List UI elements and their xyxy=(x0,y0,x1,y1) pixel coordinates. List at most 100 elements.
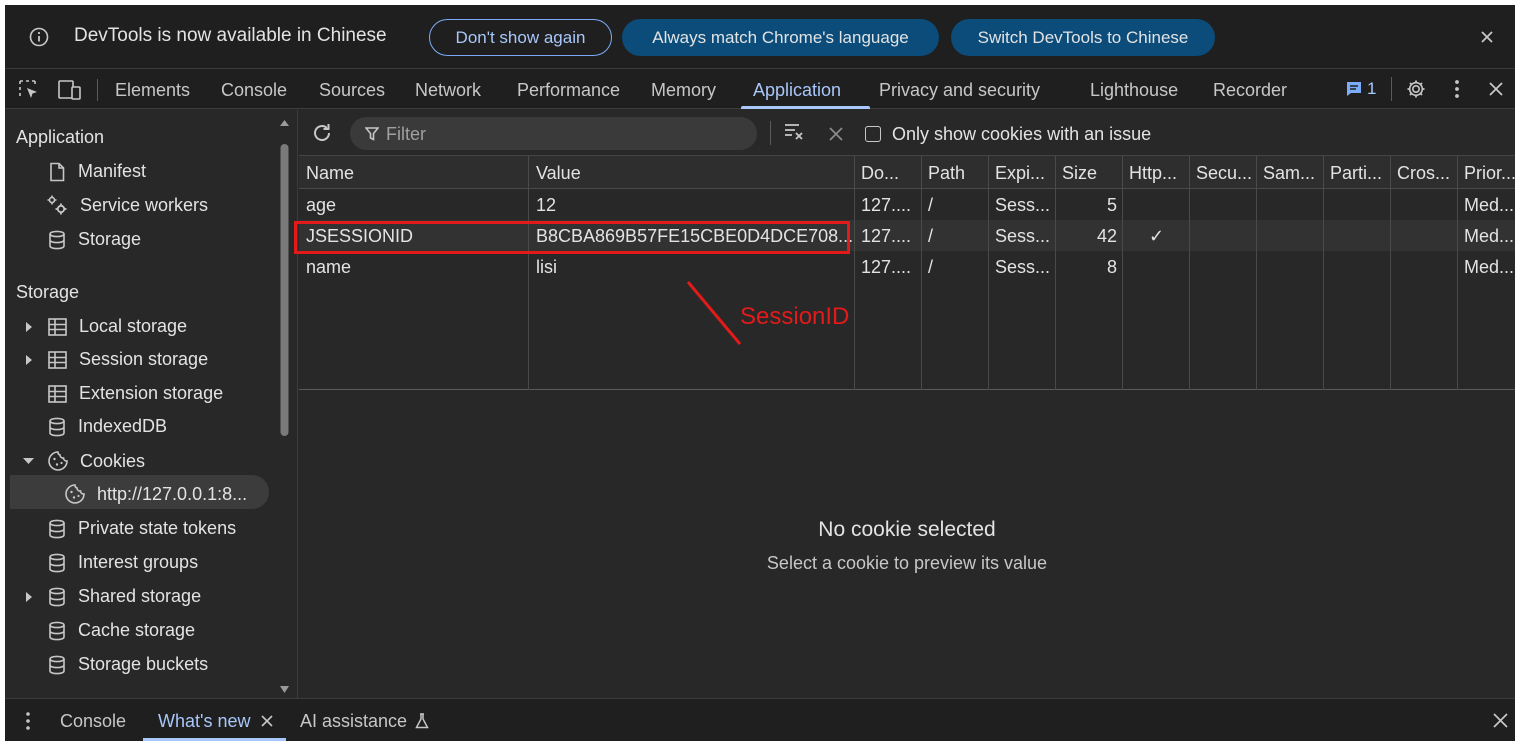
cookie-origin-row[interactable]: http://127.0.0.1:8... xyxy=(64,483,247,505)
switch-to-chinese-button[interactable]: Switch DevTools to Chinese xyxy=(951,19,1215,56)
toolbar-divider xyxy=(770,121,771,145)
column-divider xyxy=(921,156,922,390)
session-highlight-box xyxy=(294,221,850,254)
device-toolbar-icon[interactable] xyxy=(57,79,83,101)
empty-state-subtitle: Select a cookie to preview its value xyxy=(766,553,1048,573)
tab-privacy-security[interactable]: Privacy and security xyxy=(879,69,1040,109)
sidebar-item-cookies[interactable]: Cookies xyxy=(47,450,145,472)
sidebar-item-storage[interactable]: Storage xyxy=(48,229,141,250)
column-divider xyxy=(988,156,989,390)
only-issues-label: Only show cookies with an issue xyxy=(892,124,1152,144)
column-header-value[interactable]: Value xyxy=(536,163,581,184)
active-tab-indicator xyxy=(741,106,870,109)
tab-network[interactable]: Network xyxy=(415,69,481,109)
dont-show-again-button[interactable]: Don't show again xyxy=(429,19,612,56)
expand-arrow-icon[interactable] xyxy=(25,355,33,365)
settings-gear-icon[interactable] xyxy=(1405,78,1427,100)
column-header-httponly[interactable]: Http... xyxy=(1129,163,1177,184)
database-icon xyxy=(48,655,66,675)
cell-value: 12 xyxy=(536,195,557,215)
cell-domain: 127.... xyxy=(861,226,912,246)
database-icon xyxy=(48,417,66,437)
tab-console[interactable]: Console xyxy=(221,69,287,109)
issues-counter[interactable]: 1 xyxy=(1345,79,1376,99)
close-tab-icon[interactable] xyxy=(261,715,273,727)
main-tab-bar: Elements Console Sources Network Perform… xyxy=(5,69,1515,109)
sidebar-item-label: Extension storage xyxy=(79,383,224,403)
sidebar-item-label: Manifest xyxy=(78,161,147,181)
tab-elements[interactable]: Elements xyxy=(115,69,190,109)
always-match-language-button[interactable]: Always match Chrome's language xyxy=(622,19,939,56)
column-divider xyxy=(528,156,529,390)
tab-memory[interactable]: Memory xyxy=(651,69,716,109)
inspect-element-icon[interactable] xyxy=(18,79,40,101)
cell-domain: 127.... xyxy=(861,195,912,215)
column-divider xyxy=(1055,156,1056,390)
sidebar-item-local-storage[interactable]: Local storage xyxy=(48,316,187,337)
document-icon xyxy=(48,162,66,182)
sidebar-item-interest-groups[interactable]: Interest groups xyxy=(48,552,198,573)
sidebar-item-manifest[interactable]: Manifest xyxy=(48,161,146,182)
drawer-menu-icon[interactable] xyxy=(24,711,32,731)
column-header-name[interactable]: Name xyxy=(306,163,354,184)
application-sidebar: Application Manifest Service workers Sto… xyxy=(5,110,296,698)
sidebar-item-label: Cookies xyxy=(80,450,146,471)
tab-recorder[interactable]: Recorder xyxy=(1213,69,1287,109)
delete-selected-icon[interactable] xyxy=(828,126,844,142)
cell-expires: Sess... xyxy=(995,257,1051,277)
expand-arrow-icon[interactable] xyxy=(25,592,33,602)
drawer-tab-whats-new[interactable]: What's new xyxy=(158,711,250,732)
toolbar-divider xyxy=(97,79,98,101)
column-header-secure[interactable]: Secu... xyxy=(1196,163,1252,184)
sidebar-item-cache-storage[interactable]: Cache storage xyxy=(48,620,195,641)
column-header-priority[interactable]: Prior... xyxy=(1464,163,1515,184)
sidebar-item-label: Interest groups xyxy=(78,552,199,572)
expand-arrow-icon[interactable] xyxy=(25,322,33,332)
cell-name: name xyxy=(306,257,352,277)
tab-performance[interactable]: Performance xyxy=(517,69,620,109)
column-header-partition[interactable]: Parti... xyxy=(1330,163,1382,184)
sidebar-item-extension-storage[interactable]: Extension storage xyxy=(48,383,223,404)
sidebar-item-shared-storage[interactable]: Shared storage xyxy=(48,586,201,607)
close-drawer-icon[interactable] xyxy=(1493,713,1508,728)
tab-lighthouse[interactable]: Lighthouse xyxy=(1090,69,1178,109)
cell-size: 8 xyxy=(1106,257,1117,277)
sidebar-item-private-state-tokens[interactable]: Private state tokens xyxy=(48,518,236,539)
column-header-size[interactable]: Size xyxy=(1062,163,1097,184)
sidebar-item-session-storage[interactable]: Session storage xyxy=(48,349,208,370)
cookie-icon xyxy=(47,450,69,472)
sidebar-heading-application: Application xyxy=(16,127,105,147)
drawer-tab-ai-assistance[interactable]: AI assistance xyxy=(300,711,407,732)
close-infobar-icon[interactable] xyxy=(1479,29,1495,45)
column-header-expires[interactable]: Expi... xyxy=(995,163,1045,184)
column-header-path[interactable]: Path xyxy=(928,163,965,184)
column-header-cross-site[interactable]: Cros... xyxy=(1397,163,1450,184)
column-divider xyxy=(1323,156,1324,390)
close-devtools-icon[interactable] xyxy=(1488,81,1504,97)
collapse-arrow-icon[interactable] xyxy=(23,457,34,465)
sidebar-item-service-workers[interactable]: Service workers xyxy=(45,194,208,216)
sidebar-item-indexeddb[interactable]: IndexedDB xyxy=(48,416,167,437)
clear-filtered-cookies-icon[interactable] xyxy=(784,122,806,142)
bottom-drawer: Console What's new AI assistance xyxy=(5,698,1515,741)
sidebar-item-label: Cache storage xyxy=(78,620,196,640)
cell-size: 42 xyxy=(1096,226,1117,246)
sidebar-item-label: Session storage xyxy=(79,349,209,369)
issues-icon xyxy=(1345,80,1363,98)
gears-icon xyxy=(45,194,69,216)
cell-httponly: ✓ xyxy=(1148,226,1165,246)
sidebar-scrollbar[interactable] xyxy=(279,120,290,700)
column-divider xyxy=(1390,156,1391,390)
only-issues-checkbox[interactable] xyxy=(865,126,881,142)
more-options-icon[interactable] xyxy=(1452,79,1462,99)
tab-sources[interactable]: Sources xyxy=(319,69,385,109)
column-divider xyxy=(1256,156,1257,390)
column-header-samesite[interactable]: Sam... xyxy=(1263,163,1315,184)
database-icon xyxy=(48,621,66,641)
column-header-domain[interactable]: Do... xyxy=(861,163,899,184)
filter-icon xyxy=(365,127,379,141)
refresh-icon[interactable] xyxy=(311,122,333,144)
drawer-tab-console[interactable]: Console xyxy=(60,711,126,732)
sidebar-item-storage-buckets[interactable]: Storage buckets xyxy=(48,654,208,675)
tab-application[interactable]: Application xyxy=(753,69,841,109)
